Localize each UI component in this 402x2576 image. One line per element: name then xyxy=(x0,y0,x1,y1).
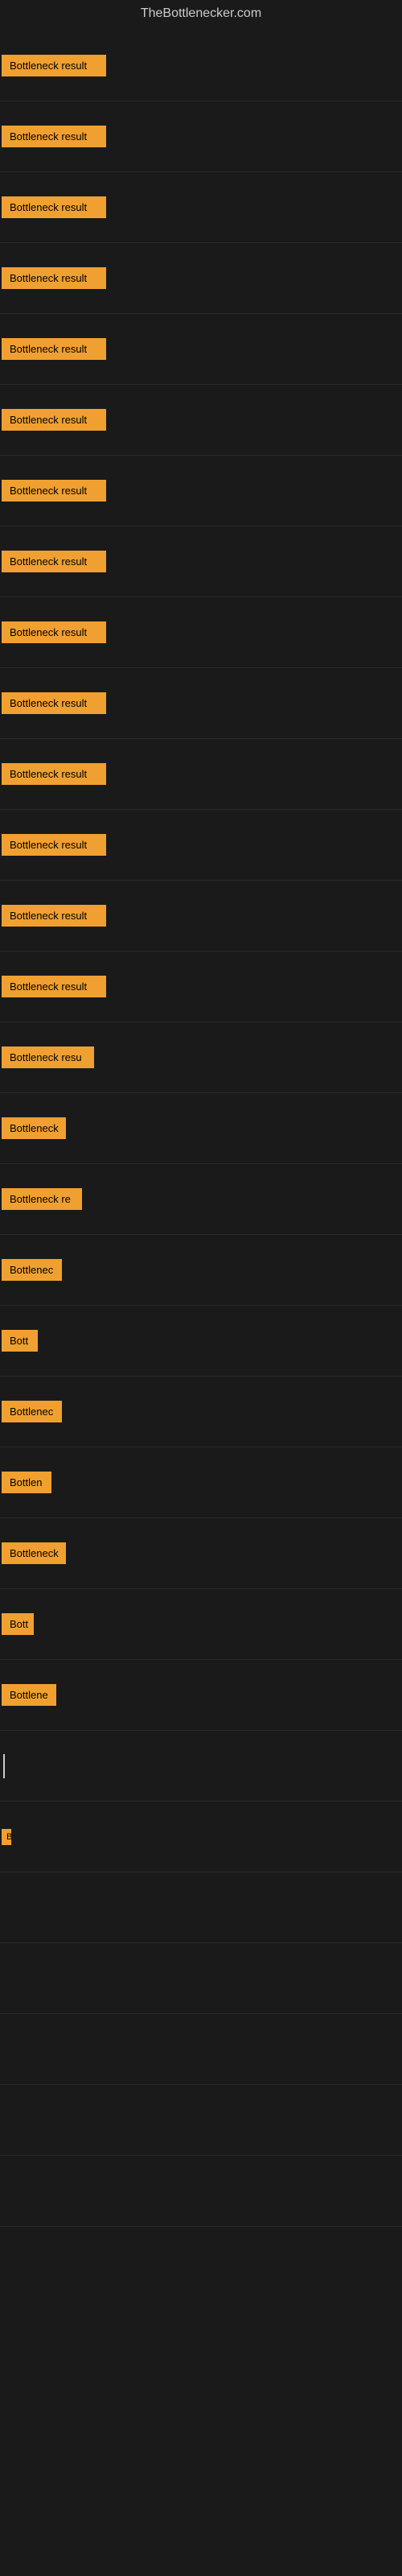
list-item: Bottleneck xyxy=(0,1093,402,1164)
bottleneck-badge: Bottlenec xyxy=(2,1401,62,1422)
list-item: Bottleneck result xyxy=(0,597,402,668)
bottleneck-badge: Bottlenec xyxy=(2,1259,62,1281)
bottleneck-badge: Bottlene xyxy=(2,1684,56,1706)
bottleneck-badge: Bottleneck result xyxy=(2,692,106,714)
cursor-indicator xyxy=(3,1754,5,1778)
bottleneck-badge: B xyxy=(2,1829,11,1845)
list-item: Bottleneck result xyxy=(0,739,402,810)
list-item: Bottleneck result xyxy=(0,243,402,314)
list-item: Bott xyxy=(0,1306,402,1377)
list-item: Bottlene xyxy=(0,1660,402,1731)
list-item: Bottleneck result xyxy=(0,668,402,739)
list-item: Bottleneck result xyxy=(0,385,402,456)
empty-row xyxy=(0,2156,402,2227)
empty-row xyxy=(0,1872,402,1943)
list-item: Bottleneck result xyxy=(0,810,402,881)
site-title: TheBottlenecker.com xyxy=(0,0,402,27)
bottleneck-badge: Bottleneck re xyxy=(2,1188,82,1210)
bottleneck-badge: Bottleneck resu xyxy=(2,1046,94,1068)
bottleneck-badge: Bottleneck result xyxy=(2,551,106,572)
list-item: Bottleneck result xyxy=(0,881,402,952)
bottleneck-badge: Bottleneck result xyxy=(2,409,106,431)
empty-row xyxy=(0,2085,402,2156)
bottleneck-badge: Bottleneck result xyxy=(2,905,106,927)
bottleneck-badge: Bottleneck result xyxy=(2,480,106,502)
list-item xyxy=(0,1731,402,1802)
list-item: Bottleneck xyxy=(0,1518,402,1589)
items-container: Bottleneck result Bottleneck result Bottle… xyxy=(0,27,402,2230)
list-item: Bottleneck result xyxy=(0,526,402,597)
bottleneck-badge: Bottleneck result xyxy=(2,196,106,218)
list-item: Bottleneck result xyxy=(0,456,402,526)
list-item: Bottlenec xyxy=(0,1235,402,1306)
bottleneck-badge: Bottlen xyxy=(2,1472,51,1493)
bottleneck-badge: Bottleneck result xyxy=(2,621,106,643)
bottleneck-badge: Bottleneck xyxy=(2,1542,66,1564)
empty-row xyxy=(0,2014,402,2085)
list-item: Bott xyxy=(0,1589,402,1660)
list-item: Bottlenec xyxy=(0,1377,402,1447)
list-item: Bottleneck resu xyxy=(0,1022,402,1093)
bottleneck-badge: Bottleneck result xyxy=(2,55,106,76)
list-item: Bottleneck re xyxy=(0,1164,402,1235)
bottleneck-badge: Bott xyxy=(2,1613,34,1635)
list-item: Bottleneck result xyxy=(0,101,402,172)
list-item: Bottleneck result xyxy=(0,172,402,243)
page-wrapper: TheBottlenecker.com Bottleneck resultBot… xyxy=(0,0,402,2230)
bottleneck-badge: Bottleneck result xyxy=(2,338,106,360)
bottleneck-badge: Bottleneck xyxy=(2,1117,66,1139)
bottleneck-badge: Bottleneck result xyxy=(2,267,106,289)
bottleneck-badge: Bottleneck result xyxy=(2,834,106,856)
bottleneck-badge: Bottleneck result xyxy=(2,126,106,147)
list-item: Bottleneck result xyxy=(0,952,402,1022)
list-item: Bottleneck result xyxy=(0,314,402,385)
bottleneck-badge: Bottleneck result xyxy=(2,976,106,997)
list-item: Bottleneck result xyxy=(0,31,402,101)
bottleneck-badge: Bott xyxy=(2,1330,38,1352)
bottleneck-badge: Bottleneck result xyxy=(2,763,106,785)
empty-row xyxy=(0,1943,402,2014)
list-item: Bottlen xyxy=(0,1447,402,1518)
list-item: B xyxy=(0,1802,402,1872)
